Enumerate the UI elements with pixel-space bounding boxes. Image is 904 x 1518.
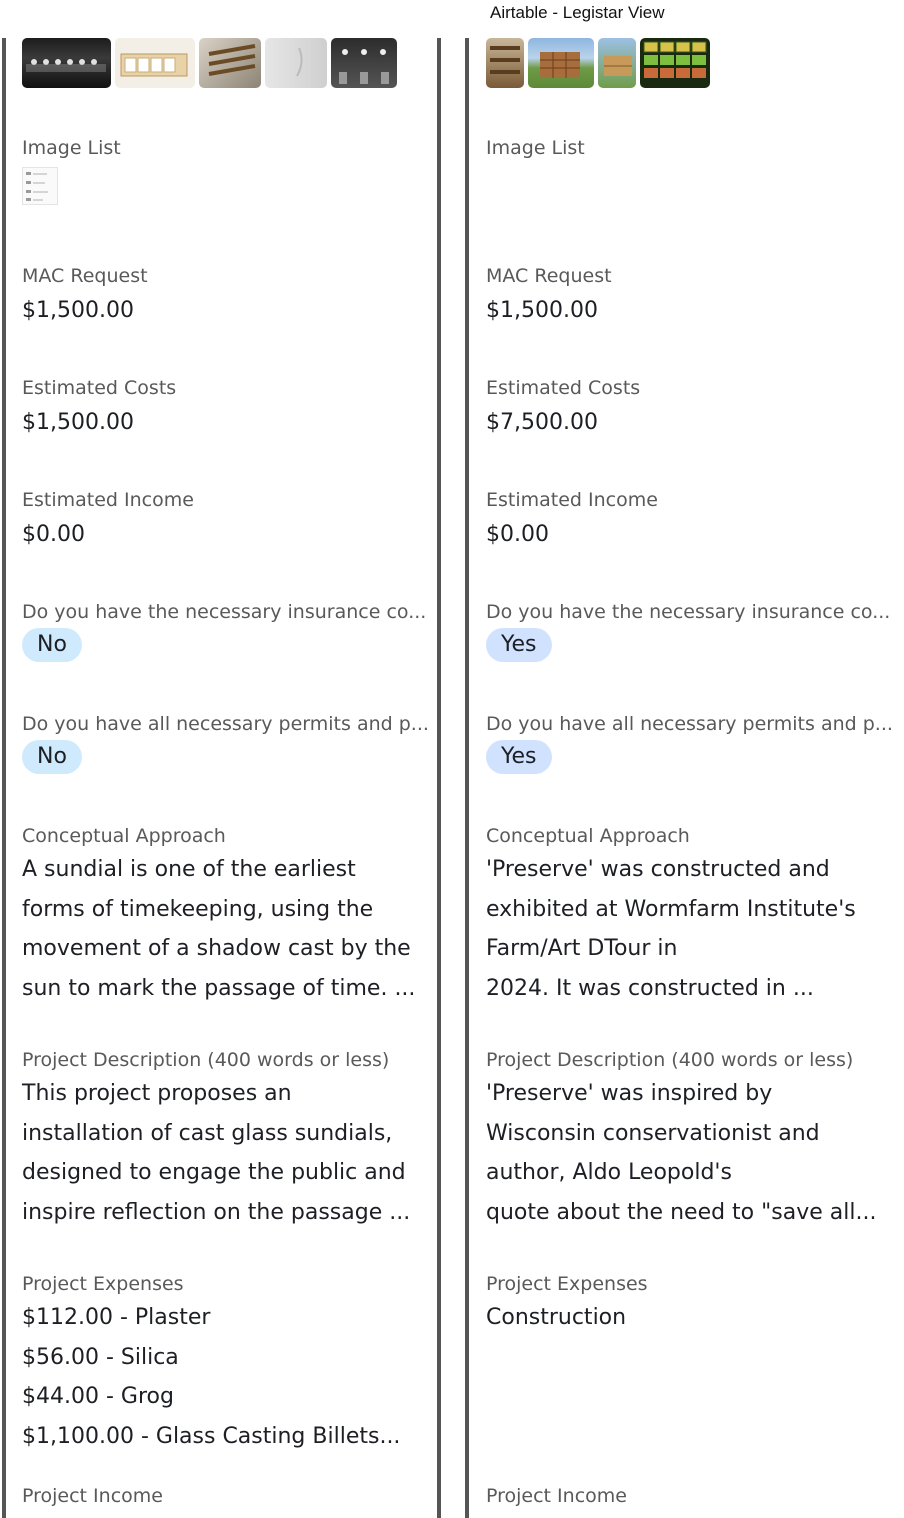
attachment-thumbnail[interactable]	[486, 38, 524, 88]
field-insurance: Do you have the necessary insurance co..…	[22, 599, 432, 662]
field-value: $0.00	[486, 522, 549, 547]
status-badge: No	[22, 740, 82, 774]
attachment-thumbnail[interactable]	[265, 38, 327, 88]
field-label: Project Income	[486, 1485, 627, 1507]
field-value: $1,500.00	[22, 410, 134, 435]
attachment-thumbnails	[22, 38, 442, 88]
attachment-thumbnail[interactable]	[331, 38, 397, 88]
field-long-text: This project proposes an installation of…	[22, 1081, 411, 1225]
divider-middle-right	[465, 38, 469, 1518]
status-badge: Yes	[486, 740, 552, 774]
field-project-expenses: Project Expenses Construction	[486, 1271, 896, 1338]
field-project-income: Project Income	[22, 1483, 432, 1509]
record-card-2: Image List MAC Request $1,500.00 Estimat…	[486, 38, 904, 1507]
field-label: Conceptual Approach	[22, 825, 226, 847]
field-label: Do you have the necessary insurance co..…	[22, 601, 427, 623]
field-label: MAC Request	[22, 265, 148, 287]
record-card-1: Image List MAC Request $1,500.00 Estimat…	[22, 38, 442, 1507]
attachment-thumbnail[interactable]	[598, 38, 636, 88]
divider-middle-left	[437, 38, 441, 1518]
field-conceptual-approach: Conceptual Approach A sundial is one of …	[22, 823, 432, 1008]
field-project-description: Project Description (400 words or less) …	[486, 1047, 896, 1232]
attachment-thumbnail[interactable]	[115, 38, 195, 88]
field-permits: Do you have all necessary permits and p.…	[22, 711, 432, 774]
field-label: Estimated Costs	[486, 377, 641, 399]
field-permits: Do you have all necessary permits and p.…	[486, 711, 896, 774]
attachment-thumbnail[interactable]	[22, 38, 111, 88]
field-value: $1,500.00	[486, 298, 598, 323]
field-conceptual-approach: Conceptual Approach 'Preserve' was const…	[486, 823, 896, 1008]
field-label: Estimated Income	[22, 489, 194, 511]
field-estimated-costs: Estimated Costs $1,500.00	[22, 375, 432, 437]
page-title: Airtable - Legistar View	[490, 3, 665, 22]
field-long-text: Construction	[486, 1305, 627, 1330]
image-list-attachment[interactable]	[22, 167, 58, 205]
field-label: Do you have the necessary insurance co..…	[486, 601, 891, 623]
attachment-thumbnail[interactable]	[640, 38, 710, 88]
field-label: Project Description (400 words or less)	[486, 1049, 854, 1071]
field-label: Do you have all necessary permits and p.…	[486, 713, 893, 735]
status-badge: Yes	[486, 628, 552, 662]
field-label: Project Description (400 words or less)	[22, 1049, 390, 1071]
field-label: Do you have all necessary permits and p.…	[22, 713, 429, 735]
attachment-thumbnails	[486, 38, 904, 88]
field-label: Project Income	[22, 1485, 163, 1507]
field-value: $0.00	[22, 522, 85, 547]
field-estimated-costs: Estimated Costs $7,500.00	[486, 375, 896, 437]
attachment-thumbnail[interactable]	[528, 38, 594, 88]
field-label: Estimated Costs	[22, 377, 177, 399]
field-mac-request: MAC Request $1,500.00	[22, 263, 432, 325]
field-estimated-income: Estimated Income $0.00	[486, 487, 896, 549]
field-label: Image List	[486, 137, 585, 159]
field-long-text: 'Preserve' was inspired by Wisconsin con…	[486, 1081, 877, 1225]
field-estimated-income: Estimated Income $0.00	[22, 487, 432, 549]
attachment-thumbnail[interactable]	[199, 38, 261, 88]
field-project-description: Project Description (400 words or less) …	[22, 1047, 432, 1232]
field-long-text: $112.00 - Plaster $56.00 - Silica $44.00…	[22, 1305, 401, 1449]
field-long-text: A sundial is one of the earliest forms o…	[22, 857, 416, 1001]
field-label: Project Expenses	[22, 1273, 184, 1295]
field-insurance: Do you have the necessary insurance co..…	[486, 599, 896, 662]
divider-left	[2, 38, 6, 1518]
field-label: Project Expenses	[486, 1273, 648, 1295]
field-value: $1,500.00	[22, 298, 134, 323]
field-image-list: Image List	[486, 135, 896, 161]
field-long-text: 'Preserve' was constructed and exhibited…	[486, 857, 856, 1001]
field-value: $7,500.00	[486, 410, 598, 435]
field-label: Conceptual Approach	[486, 825, 690, 847]
field-label: Image List	[22, 137, 121, 159]
field-label: MAC Request	[486, 265, 612, 287]
field-project-income: Project Income	[486, 1483, 896, 1509]
field-project-expenses: Project Expenses $112.00 - Plaster $56.0…	[22, 1271, 432, 1456]
field-label: Estimated Income	[486, 489, 658, 511]
status-badge: No	[22, 628, 82, 662]
field-image-list: Image List	[22, 135, 432, 205]
field-mac-request: MAC Request $1,500.00	[486, 263, 896, 325]
